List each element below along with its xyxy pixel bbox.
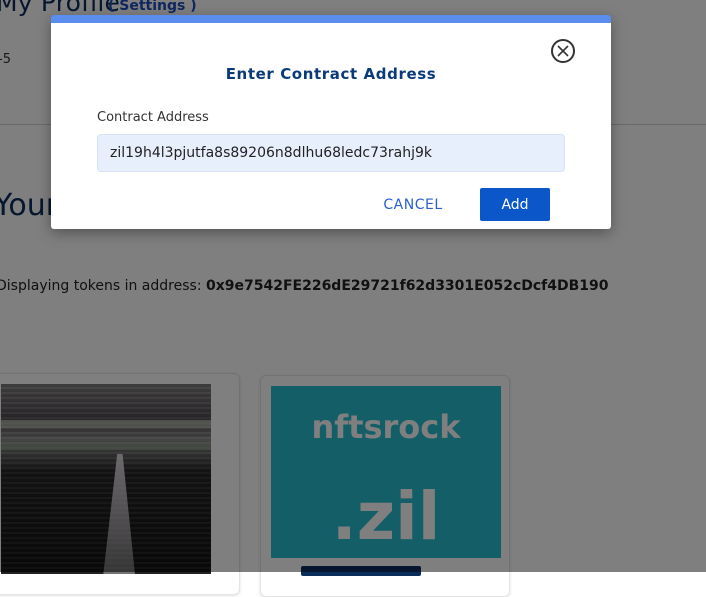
dialog-title: Enter Contract Address <box>225 65 437 83</box>
contract-address-label: Contract Address <box>97 110 209 125</box>
contract-address-dialog: Enter Contract Address Contract Address … <box>51 15 611 229</box>
contract-address-input[interactable] <box>97 134 565 172</box>
add-button[interactable]: Add <box>480 188 550 221</box>
close-icon[interactable] <box>551 39 575 63</box>
cancel-button[interactable]: CANCEL <box>373 188 453 222</box>
